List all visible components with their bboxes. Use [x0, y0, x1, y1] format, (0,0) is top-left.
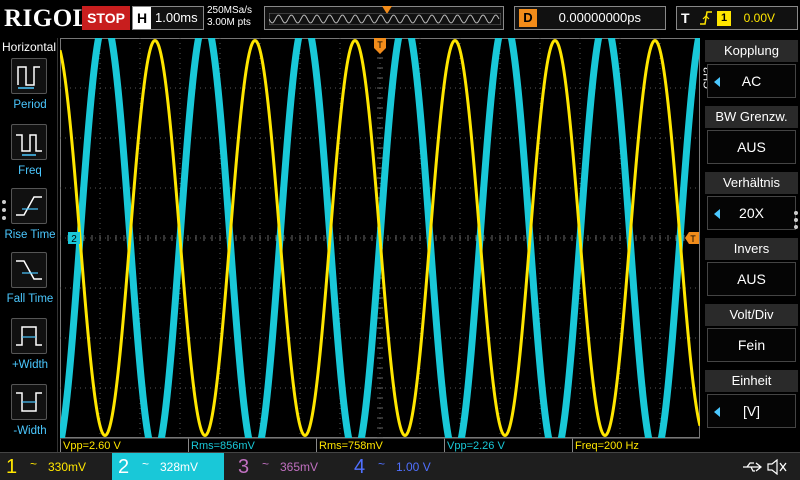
option-title: Volt/Div	[705, 304, 798, 326]
menu-item-fall-time[interactable]: Fall Time	[0, 252, 58, 316]
run-stop-button[interactable]: STOP	[82, 6, 130, 30]
menu-item-neg-width[interactable]: -Width	[0, 384, 58, 448]
delay-display[interactable]: D 0.00000000ps	[514, 6, 666, 30]
menu-item-rise-time[interactable]: Rise Time	[0, 188, 58, 252]
option-title: Verhältnis	[705, 172, 798, 194]
option-arrow-icon	[714, 209, 720, 219]
horizontal-menu-title: Horizontal	[2, 40, 57, 54]
trigger-display[interactable]: T 1 0.00V	[676, 6, 798, 30]
trigger-letter: T	[681, 10, 690, 26]
channel-scale: 1.00 V	[396, 460, 431, 474]
channel-number: 1	[6, 456, 18, 478]
trigger-level-label: T	[690, 234, 696, 244]
trigger-position-label: T	[377, 40, 383, 50]
ac-coupling-icon: ~	[30, 457, 38, 471]
option-title: Einheit	[705, 370, 798, 392]
measurement-item[interactable]: Vpp=2.60 V	[60, 438, 188, 452]
measurement-item[interactable]: Freq=200 Hz	[572, 438, 700, 452]
delay-value: 0.00000000ps	[558, 10, 641, 25]
period-icon	[11, 58, 47, 94]
timebase-display[interactable]: H 1.00ms	[132, 6, 204, 30]
graticule: 2 T T	[60, 38, 700, 438]
rising-edge-icon	[700, 11, 712, 25]
option-arrow-icon	[714, 407, 720, 417]
ac-coupling-icon: ~	[262, 457, 270, 471]
pos-width-icon	[11, 318, 47, 354]
channel-1-box[interactable]: 1 ~ 330mV	[0, 453, 110, 480]
channel-3-box[interactable]: 3 ~ 365mV	[232, 453, 342, 480]
option-value[interactable]: 20X	[707, 196, 796, 230]
measurement-bar: Vpp=2.60 V Rms=856mV Rms=758mV Vpp=2.26 …	[60, 438, 700, 452]
channel-number: 2	[118, 456, 130, 478]
delay-letter: D	[519, 9, 537, 27]
channel-scale: 330mV	[48, 460, 87, 474]
timebase-letter: H	[133, 7, 151, 29]
option-5[interactable]: Einheit [V]	[705, 370, 798, 432]
option-value[interactable]: AC	[707, 64, 796, 98]
option-value[interactable]: Fein	[707, 328, 796, 362]
menu-item-label: Freq	[18, 165, 42, 177]
option-arrow-icon	[714, 77, 720, 87]
trigger-level-marker: T	[685, 232, 699, 244]
option-value[interactable]: AUS	[707, 130, 796, 164]
neg-width-icon	[11, 384, 47, 420]
option-4[interactable]: Volt/Div Fein	[705, 304, 798, 366]
option-title: Invers	[705, 238, 798, 260]
menu-item-label: +Width	[11, 359, 49, 371]
oscilloscope-screen: RIGOL STOP H 1.00ms 250MSa/s 3.00M pts D…	[0, 0, 800, 480]
channel-menu: CH2 KopplungACBW Grenzw.AUSVerhältnis20X…	[700, 38, 800, 438]
rise-time-icon	[11, 188, 47, 224]
horizontal-menu: Horizontal Period Freq Rise Time Fall Ti…	[0, 38, 58, 452]
memory-waveform-icon	[269, 13, 501, 25]
trigger-position-marker: T	[374, 38, 386, 54]
trigger-level-value: 0.00V	[743, 11, 775, 25]
option-value[interactable]: AUS	[707, 262, 796, 296]
ch2-ground-marker: 2	[68, 232, 80, 245]
channel-2-box[interactable]: 2 ~ 328mV	[112, 453, 224, 480]
option-value[interactable]: [V]	[707, 394, 796, 428]
right-page-indicator	[794, 208, 798, 232]
measurement-item[interactable]: Rms=758mV	[316, 438, 444, 452]
timebase-value: 1.00ms	[155, 10, 198, 25]
channel-scale: 328mV	[160, 460, 199, 474]
menu-item-label: Period	[13, 99, 47, 111]
ac-coupling-icon: ~	[378, 457, 386, 471]
ch2-ground-label: 2	[71, 234, 77, 245]
acquisition-info: 250MSa/s 3.00M pts	[207, 5, 252, 29]
measurement-item[interactable]: Rms=856mV	[188, 438, 316, 452]
option-1[interactable]: BW Grenzw. AUS	[705, 106, 798, 168]
memory-overview[interactable]	[264, 6, 504, 30]
channel-4-box[interactable]: 4 ~ 1.00 V	[348, 453, 458, 480]
menu-item-pos-width[interactable]: +Width	[0, 318, 58, 382]
menu-item-label: Fall Time	[6, 293, 54, 305]
speaker-muted-icon[interactable]	[766, 459, 788, 475]
menu-item-label: Rise Time	[4, 229, 56, 241]
status-bar: RIGOL STOP H 1.00ms 250MSa/s 3.00M pts D…	[0, 0, 800, 38]
option-title: BW Grenzw.	[705, 106, 798, 128]
menu-item-label: -Width	[13, 425, 47, 437]
option-0[interactable]: Kopplung AC	[705, 40, 798, 102]
freq-icon	[11, 124, 47, 160]
brand-logo: RIGOL	[4, 5, 90, 32]
option-2[interactable]: Verhältnis 20X	[705, 172, 798, 234]
channel-number: 3	[238, 456, 250, 478]
fall-time-icon	[11, 252, 47, 288]
memory-depth: 3.00M pts	[207, 17, 251, 28]
waveform-display[interactable]: 2 T T	[60, 38, 700, 438]
channel-number: 4	[354, 456, 366, 478]
measurement-item[interactable]: Vpp=2.26 V	[444, 438, 572, 452]
sample-rate: 250MSa/s	[207, 5, 253, 16]
trigger-source: 1	[717, 11, 731, 26]
channel-bar: 1 ~ 330mV 2 ~ 328mV 3 ~ 365mV 4 ~ 1.00 V	[0, 452, 800, 480]
channel-scale: 365mV	[280, 460, 319, 474]
option-title: Kopplung	[705, 40, 798, 62]
option-3[interactable]: Invers AUS	[705, 238, 798, 300]
ac-coupling-icon: ~	[142, 457, 150, 471]
usb-icon	[743, 462, 762, 472]
menu-item-freq[interactable]: Freq	[0, 124, 58, 188]
menu-item-period[interactable]: Period	[0, 58, 58, 122]
